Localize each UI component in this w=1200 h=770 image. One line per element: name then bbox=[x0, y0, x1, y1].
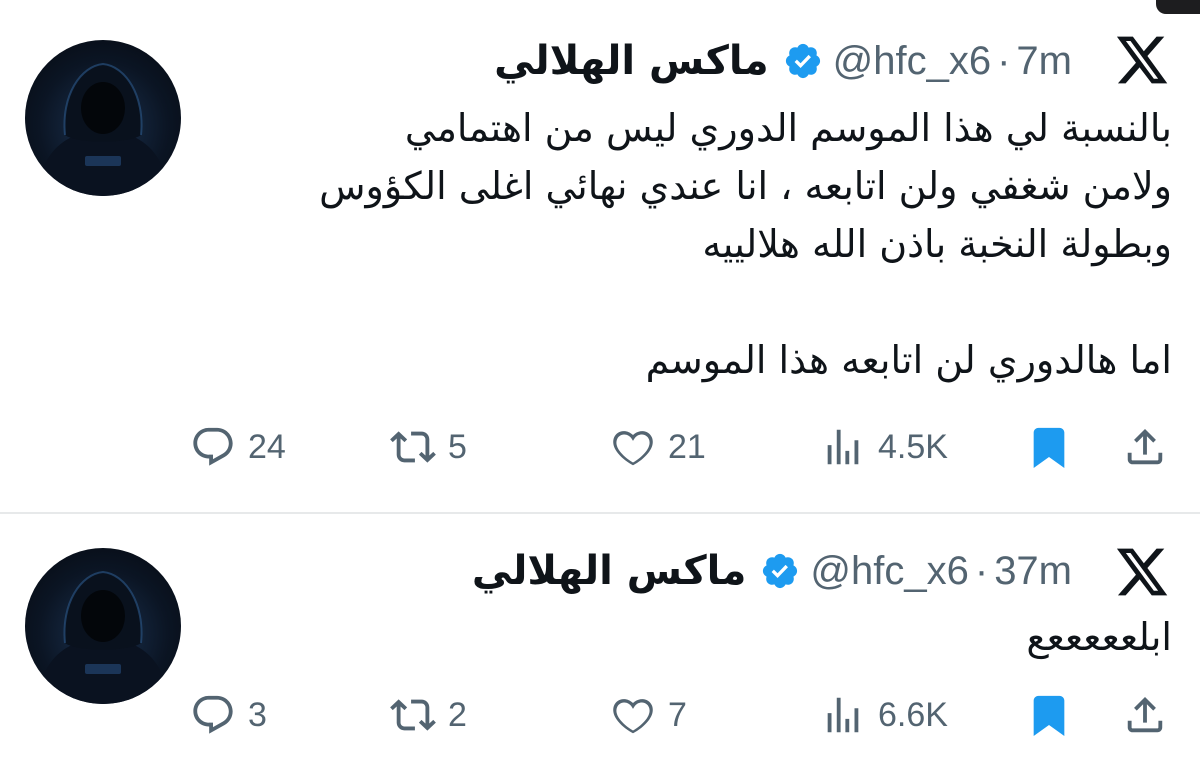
separator-dot: · bbox=[974, 548, 989, 593]
display-name[interactable]: ماكس الهلالي bbox=[494, 38, 769, 84]
display-name[interactable]: ماكس الهلالي bbox=[472, 548, 747, 594]
like-button[interactable]: 21 bbox=[610, 422, 706, 472]
avatar[interactable] bbox=[25, 548, 181, 704]
reply-button[interactable]: 24 bbox=[190, 422, 286, 472]
retweet-count: 5 bbox=[448, 427, 467, 466]
timestamp[interactable]: 37m bbox=[994, 549, 1072, 594]
tweet-text: ابلعععععع bbox=[1026, 615, 1172, 659]
handle[interactable]: @hfc_x6 bbox=[810, 549, 968, 594]
like-count: 7 bbox=[668, 695, 687, 734]
action-bar: 24 5 21 4.5K bbox=[190, 422, 1180, 472]
retweet-icon bbox=[390, 431, 436, 463]
views-icon bbox=[827, 429, 859, 465]
views-button[interactable]: 6.6K bbox=[820, 690, 948, 740]
views-count: 6.6K bbox=[878, 695, 948, 734]
verified-badge-icon bbox=[783, 41, 823, 81]
separator-dot: · bbox=[997, 38, 1011, 83]
hooded-figure-image bbox=[35, 570, 171, 704]
bookmark-button[interactable] bbox=[1026, 690, 1072, 740]
like-icon bbox=[613, 431, 653, 466]
avatar[interactable] bbox=[25, 40, 181, 196]
reply-button[interactable]: 3 bbox=[190, 690, 267, 740]
action-bar: 3 2 7 6.6K bbox=[190, 690, 1180, 740]
bookmark-icon bbox=[1033, 695, 1065, 736]
share-button[interactable] bbox=[1122, 422, 1168, 472]
share-icon bbox=[1127, 428, 1163, 465]
share-button[interactable] bbox=[1122, 690, 1168, 740]
reply-count: 24 bbox=[248, 427, 286, 466]
tweet[interactable]: ماكس الهلالي @hfc_x6 · 37m ابلعععععع 3 2… bbox=[0, 514, 1200, 770]
retweet-button[interactable]: 2 bbox=[390, 690, 467, 740]
verified-badge-icon bbox=[760, 551, 800, 591]
reply-icon bbox=[193, 427, 233, 466]
views-button[interactable]: 4.5K bbox=[820, 422, 948, 472]
retweet-icon bbox=[390, 699, 436, 731]
bookmark-button[interactable] bbox=[1026, 422, 1072, 472]
share-icon bbox=[1127, 696, 1163, 733]
views-count: 4.5K bbox=[878, 427, 948, 466]
bookmark-icon bbox=[1033, 427, 1065, 468]
like-icon bbox=[613, 699, 653, 734]
reply-count: 3 bbox=[248, 695, 267, 734]
hooded-figure-image bbox=[35, 62, 171, 196]
retweet-button[interactable]: 5 bbox=[390, 422, 467, 472]
tweet-header: ماكس الهلالي @hfc_x6 · 7m bbox=[494, 31, 1072, 91]
like-count: 21 bbox=[668, 427, 706, 466]
like-button[interactable]: 7 bbox=[610, 690, 687, 740]
x-logo-icon bbox=[1114, 34, 1170, 86]
timestamp[interactable]: 7m bbox=[1016, 39, 1072, 84]
tweet-text: بالنسبة لي هذا الموسم الدوري ليس من اهتم… bbox=[319, 106, 1172, 382]
tweet[interactable]: ماكس الهلالي @hfc_x6 · 7m بالنسبة لي هذا… bbox=[0, 0, 1200, 512]
tweet-header: ماكس الهلالي @hfc_x6 · 37m bbox=[472, 541, 1072, 601]
x-logo-icon bbox=[1114, 546, 1170, 598]
retweet-count: 2 bbox=[448, 695, 467, 734]
views-icon bbox=[827, 697, 859, 733]
reply-icon bbox=[193, 695, 233, 734]
handle[interactable]: @hfc_x6 bbox=[833, 39, 991, 84]
